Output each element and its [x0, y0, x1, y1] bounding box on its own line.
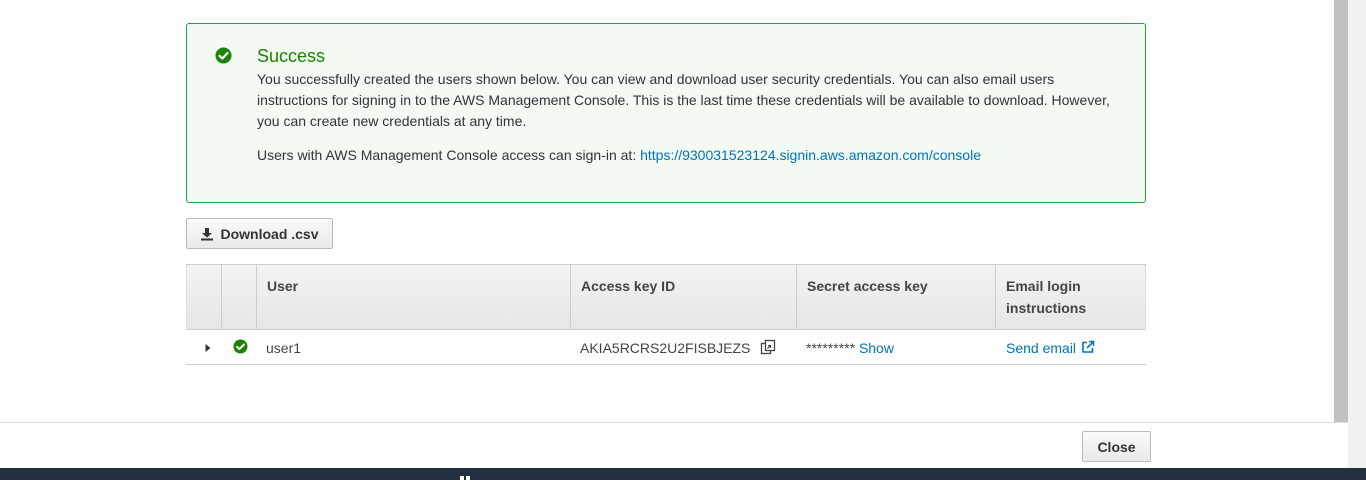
- column-header-access-key-id[interactable]: Access key ID: [571, 265, 797, 329]
- secret-access-key-cell: ********* Show: [796, 331, 995, 365]
- secret-masked-value: *********: [806, 340, 856, 356]
- show-secret-link[interactable]: Show: [859, 340, 894, 356]
- email-login-cell: Send email: [996, 331, 1146, 365]
- external-link-icon[interactable]: [1081, 340, 1095, 357]
- access-key-id-value: AKIA5RCRS2U2FISBJEZS: [580, 340, 751, 356]
- bottom-bar: [0, 468, 1366, 480]
- check-circle-icon: [233, 339, 248, 357]
- scrollbar-track[interactable]: [1348, 0, 1366, 468]
- send-email-link[interactable]: Send email: [1006, 340, 1076, 356]
- column-header-user[interactable]: User: [257, 265, 571, 329]
- scrollbar-thumb[interactable]: [1334, 0, 1348, 422]
- close-button[interactable]: Close: [1082, 431, 1151, 462]
- user-name-cell: user1: [266, 340, 302, 356]
- download-csv-button[interactable]: Download .csv: [186, 218, 333, 249]
- signin-url-link[interactable]: https://930031523124.signin.aws.amazon.c…: [640, 147, 981, 163]
- column-header-email-login-instructions[interactable]: Email login instructions: [996, 265, 1145, 329]
- signin-prefix: Users with AWS Management Console access…: [257, 147, 641, 163]
- column-header-secret-access-key[interactable]: Secret access key: [797, 265, 996, 329]
- expand-column-header: [187, 265, 222, 329]
- users-credentials-table: User Access key ID Secret access key Ema…: [186, 264, 1146, 365]
- caret-right-icon[interactable]: [204, 340, 212, 356]
- alert-message: You successfully created the users shown…: [257, 71, 1110, 129]
- bottom-bar-mark: [460, 468, 474, 480]
- expand-row-toggle[interactable]: [194, 331, 221, 365]
- row-status: [223, 331, 256, 365]
- alert-title: Success: [257, 46, 326, 66]
- email-header-line2: instructions: [1006, 300, 1087, 316]
- status-column-header: [222, 265, 257, 329]
- check-circle-icon: [215, 47, 232, 64]
- download-csv-label: Download .csv: [220, 225, 319, 242]
- success-alert: Success You successfully created the use…: [186, 23, 1146, 203]
- signin-text: Users with AWS Management Console access…: [257, 147, 981, 163]
- modal-footer: Close: [0, 422, 1348, 468]
- table-header: User Access key ID Secret access key Ema…: [186, 265, 1146, 330]
- copy-icon[interactable]: [760, 339, 776, 358]
- download-icon: [200, 227, 214, 241]
- email-header-line1: Email login: [1006, 278, 1081, 294]
- access-key-id-cell: AKIA5RCRS2U2FISBJEZS: [570, 331, 796, 365]
